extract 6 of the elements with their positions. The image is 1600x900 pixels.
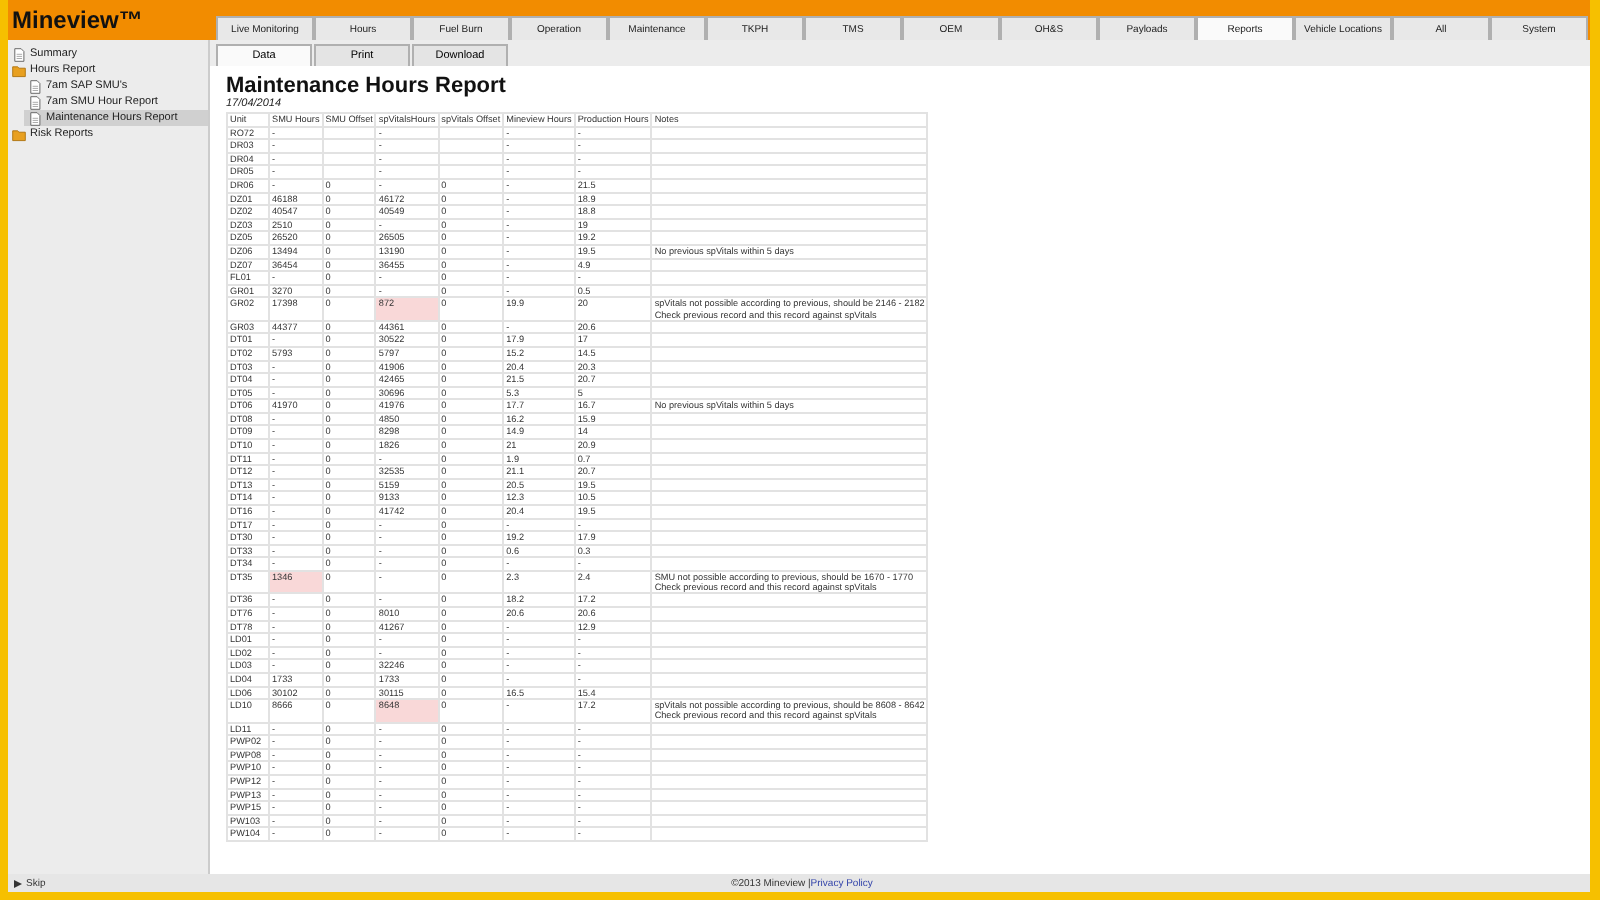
triangle-icon xyxy=(14,879,22,887)
document-icon xyxy=(12,47,26,61)
folder-icon xyxy=(12,127,26,141)
app-title: Mineview™ xyxy=(10,4,145,34)
report-title: Maintenance Hours Report xyxy=(226,74,506,98)
folder-icon xyxy=(12,63,26,77)
